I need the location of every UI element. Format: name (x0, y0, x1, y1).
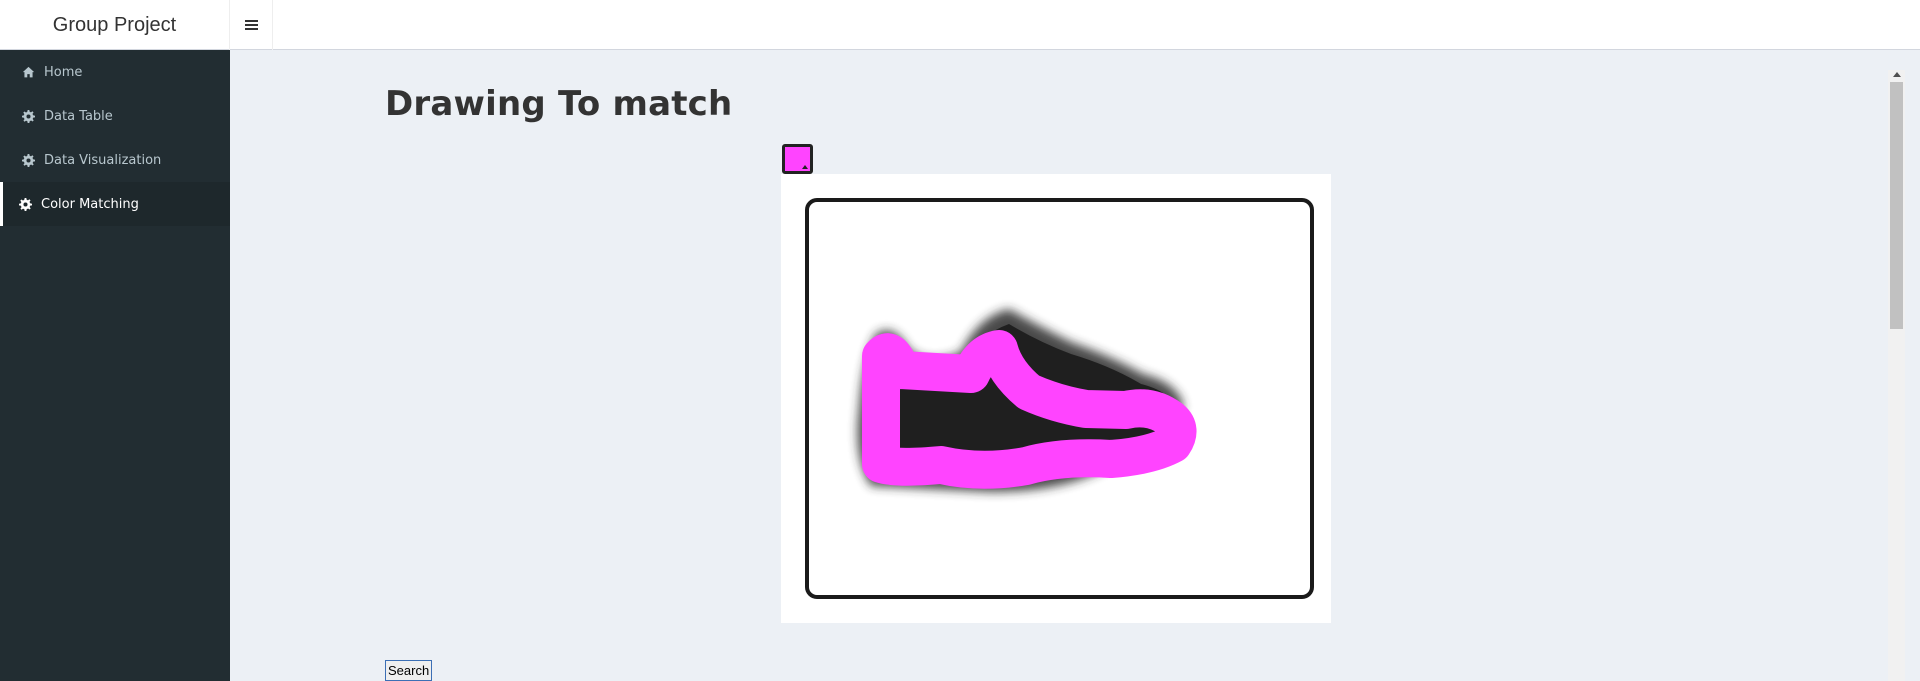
sidebar-item-data-table[interactable]: Data Table (0, 94, 230, 138)
gear-icon (18, 197, 32, 211)
hamburger-icon (244, 20, 258, 30)
drawing-canvas[interactable] (781, 174, 1331, 623)
home-icon (21, 65, 35, 79)
scroll-up-icon[interactable] (1893, 72, 1901, 77)
top-navbar: Group Project (0, 0, 1920, 50)
drawing-image (805, 198, 1314, 599)
sidebar-item-color-matching[interactable]: Color Matching (0, 182, 230, 226)
sidebar-item-label: Home (44, 64, 83, 80)
sidebar-item-data-visualization[interactable]: Data Visualization (0, 138, 230, 182)
gear-icon (21, 109, 35, 123)
sidebar-item-label: Color Matching (41, 196, 139, 212)
color-picker-button[interactable] (782, 144, 813, 174)
gear-icon (21, 153, 35, 167)
sidebar-item-label: Data Visualization (44, 152, 162, 168)
main-content: Drawing To match Search (230, 50, 1890, 681)
search-button[interactable]: Search (385, 660, 433, 681)
dropdown-arrow-icon (802, 165, 808, 169)
sidebar-item-label: Data Table (44, 108, 113, 124)
scrollbar-thumb[interactable] (1890, 82, 1903, 329)
page-title: Drawing To match (385, 84, 733, 124)
app-title[interactable]: Group Project (0, 0, 230, 50)
sidebar-toggle-button[interactable] (230, 0, 273, 50)
sidebar-item-home[interactable]: Home (0, 50, 230, 94)
sidebar: Home Data Table Data Visualization Color… (0, 50, 230, 681)
